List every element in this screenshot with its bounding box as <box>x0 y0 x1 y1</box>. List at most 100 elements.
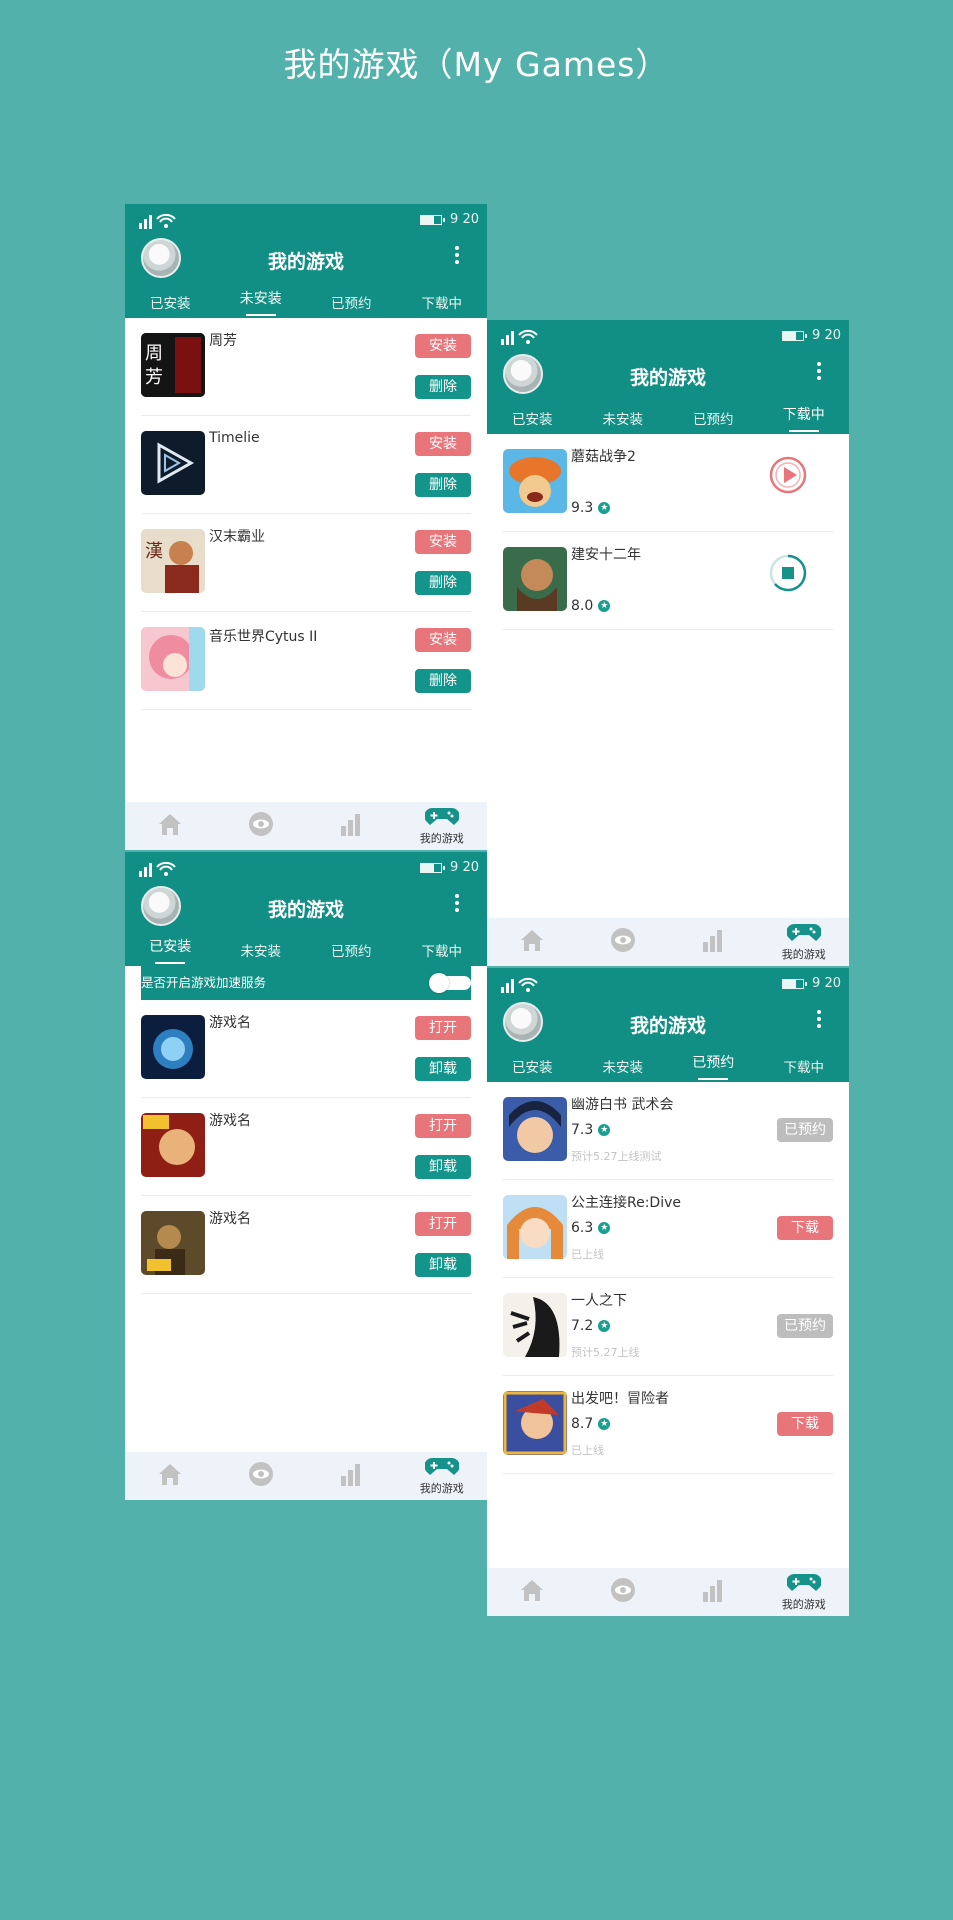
delete-button[interactable]: 删除 <box>415 669 471 693</box>
cytus-game-icon <box>141 627 205 691</box>
nav-my-games-label: 我的游戏 <box>419 1482 464 1495</box>
zhoufang-game-icon: 周芳 <box>141 333 205 397</box>
open-button[interactable]: 打开 <box>415 1114 471 1138</box>
more-menu-icon[interactable] <box>455 246 461 264</box>
download-button[interactable]: 下载 <box>777 1216 833 1240</box>
tab-downloading[interactable]: 下载中 <box>759 400 850 434</box>
status-bar: 9 20 <box>487 968 849 1002</box>
tab-downloading[interactable]: 下载中 <box>759 1048 850 1082</box>
svg-text:芳: 芳 <box>145 367 163 388</box>
reserved-button[interactable]: 已预约 <box>777 1314 833 1338</box>
game-name: 一人之下 <box>571 1293 627 1309</box>
stop-icon[interactable] <box>769 554 807 592</box>
acceleration-switch[interactable] <box>429 973 471 993</box>
tab-reserved[interactable]: 已预约 <box>306 932 397 966</box>
eye-icon <box>610 1578 635 1602</box>
tab-installed[interactable]: 已安装 <box>125 284 216 318</box>
nav-discover[interactable] <box>216 802 307 850</box>
acceleration-label: 是否开启游戏加速服务 <box>141 975 267 990</box>
score-value: 7.3 <box>571 1122 594 1138</box>
tab-reserved[interactable]: 已预约 <box>668 1048 759 1082</box>
nav-rank[interactable] <box>306 802 397 850</box>
install-button[interactable]: 安装 <box>415 334 471 358</box>
nav-rank[interactable] <box>306 1452 397 1500</box>
nav-my-games[interactable]: 我的游戏 <box>397 802 488 850</box>
battery-icon <box>782 978 808 989</box>
bar-chart-icon <box>703 1580 723 1602</box>
nav-my-games-label: 我的游戏 <box>781 948 826 961</box>
uninstall-button[interactable]: 卸载 <box>415 1057 471 1081</box>
nav-rank[interactable] <box>668 918 759 966</box>
tab-not-installed[interactable]: 未安装 <box>578 1048 669 1082</box>
game-name: 游戏名 <box>209 1015 251 1031</box>
score-value: 9.3 <box>571 500 594 516</box>
uninstall-button[interactable]: 卸载 <box>415 1155 471 1179</box>
nav-home[interactable] <box>125 802 216 850</box>
nav-home[interactable] <box>125 1452 216 1500</box>
nav-home[interactable] <box>487 1568 578 1616</box>
game-list: 游戏名 打开 卸载 游戏名 打开 卸载 游戏名 打开 卸载 <box>125 1000 487 1294</box>
tab-reserved[interactable]: 已预约 <box>668 400 759 434</box>
nav-discover[interactable] <box>578 918 669 966</box>
game-score: 7.3 ★ <box>571 1122 611 1138</box>
status-bar: 9 20 <box>487 320 849 354</box>
list-item: 游戏名 打开 卸载 <box>141 1098 471 1196</box>
signal-wifi-icon <box>139 861 179 881</box>
signal-wifi-icon <box>139 213 179 233</box>
install-button[interactable]: 安装 <box>415 530 471 554</box>
install-button[interactable]: 安装 <box>415 432 471 456</box>
game-name: 汉末霸业 <box>209 529 265 545</box>
nav-my-games[interactable]: 我的游戏 <box>397 1452 488 1500</box>
play-icon[interactable] <box>769 456 807 494</box>
game-list: 周芳 周芳 安装 删除 Timelie 安装 删除 漢 汉末霸业 安装 删除 音… <box>125 318 487 710</box>
app-bar: 我的游戏 <box>125 238 487 284</box>
tab-not-installed[interactable]: 未安装 <box>216 284 307 318</box>
nav-rank[interactable] <box>668 1568 759 1616</box>
list-item: 音乐世界Cytus II 安装 删除 <box>141 612 471 710</box>
nav-my-games[interactable]: 我的游戏 <box>759 1568 850 1616</box>
tab-downloading[interactable]: 下载中 <box>397 932 488 966</box>
phone-screen-reserved: 9 20 我的游戏 已安装 未安装 已预约 下载中 幽游白书 武术会 7.3 ★ … <box>487 968 849 1616</box>
game-score: 8.0 ★ <box>571 598 611 614</box>
delete-button[interactable]: 删除 <box>415 571 471 595</box>
list-item: 周芳 周芳 安装 删除 <box>141 318 471 416</box>
tab-installed[interactable]: 已安装 <box>487 400 578 434</box>
home-icon <box>159 1464 182 1485</box>
uninstall-button[interactable]: 卸载 <box>415 1253 471 1277</box>
more-menu-icon[interactable] <box>455 894 461 912</box>
tab-installed[interactable]: 已安装 <box>487 1048 578 1082</box>
app-bar: 我的游戏 <box>487 354 849 400</box>
tab-installed[interactable]: 已安装 <box>125 932 216 966</box>
yiren-zhixia-game-icon <box>503 1293 567 1357</box>
phone-screen-not-installed: 9 20 我的游戏 已安装 未安装 已预约 下载中 周芳 周芳 安装 删除 Ti… <box>125 204 487 850</box>
status-time: 9 20 <box>812 976 841 991</box>
more-menu-icon[interactable] <box>817 362 823 380</box>
gamepad-icon <box>786 923 821 941</box>
nav-discover[interactable] <box>216 1452 307 1500</box>
game-name: 公主连接Re:Dive <box>571 1195 681 1211</box>
open-button[interactable]: 打开 <box>415 1212 471 1236</box>
open-button[interactable]: 打开 <box>415 1016 471 1040</box>
tab-not-installed[interactable]: 未安装 <box>578 400 669 434</box>
tab-not-installed[interactable]: 未安装 <box>216 932 307 966</box>
delete-button[interactable]: 删除 <box>415 473 471 497</box>
app-bar: 我的游戏 <box>487 1002 849 1048</box>
appbar-title: 我的游戏 <box>267 251 344 273</box>
eye-icon <box>248 812 273 836</box>
jianan-game-icon <box>503 547 567 611</box>
tab-bar: 已安装 未安装 已预约 下载中 <box>125 284 487 318</box>
nav-my-games[interactable]: 我的游戏 <box>759 918 850 966</box>
delete-button[interactable]: 删除 <box>415 375 471 399</box>
game-name: 音乐世界Cytus II <box>209 629 318 645</box>
nav-home[interactable] <box>487 918 578 966</box>
download-button[interactable]: 下载 <box>777 1412 833 1436</box>
more-menu-icon[interactable] <box>817 1010 823 1028</box>
install-button[interactable]: 安装 <box>415 628 471 652</box>
reserved-button[interactable]: 已预约 <box>777 1118 833 1142</box>
tab-downloading[interactable]: 下载中 <box>397 284 488 318</box>
status-bar: 9 20 <box>125 852 487 886</box>
star-icon: ★ <box>598 600 611 612</box>
tab-bar: 已安装 未安装 已预约 下载中 <box>125 932 487 966</box>
nav-discover[interactable] <box>578 1568 669 1616</box>
tab-reserved[interactable]: 已预约 <box>306 284 397 318</box>
